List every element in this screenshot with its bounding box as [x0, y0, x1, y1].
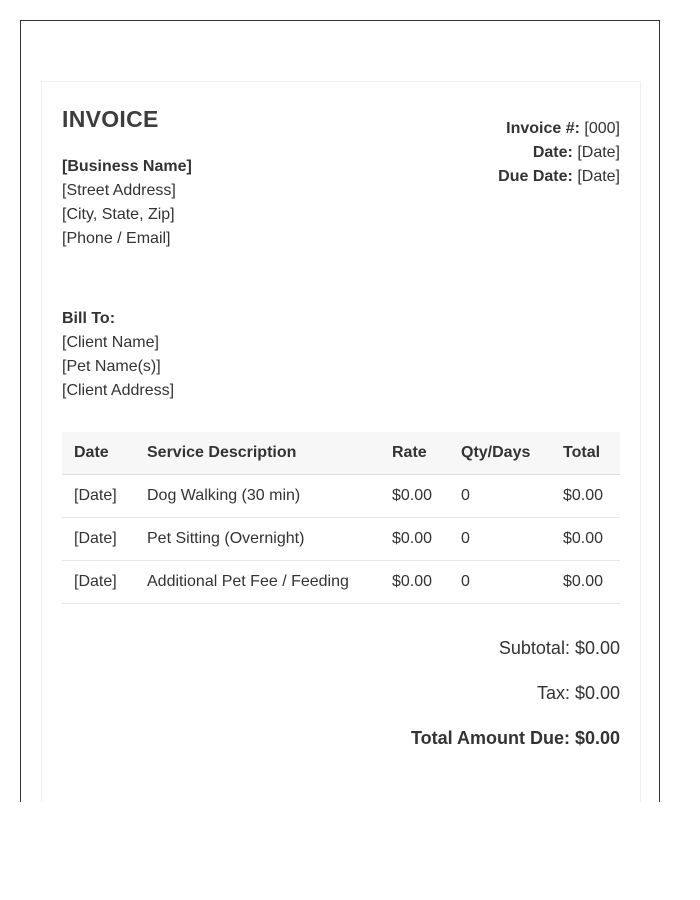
tax: Tax: $0.00: [536, 683, 620, 703]
cell-description: Dog Walking (30 min): [135, 474, 380, 518]
header-qty: Qty/Days: [449, 432, 551, 475]
due-date-row: Due Date: [Date]: [498, 165, 620, 189]
cell-qty: 0: [449, 474, 551, 518]
due-date-label: Due Date:: [498, 168, 573, 185]
cell-rate: $0.00: [380, 517, 449, 561]
client-address: [Client Address]: [62, 382, 175, 399]
cell-date: [Date]: [62, 560, 135, 604]
cell-total: $0.00: [551, 517, 620, 561]
cell-total: $0.00: [551, 560, 620, 604]
client-name: [Client Name]: [62, 334, 159, 351]
business-street: [Street Address]: [62, 182, 176, 199]
invoice-meta: Invoice #: [000] Date: [Date] Due Date: …: [498, 117, 620, 189]
cell-description: Additional Pet Fee / Feeding: [135, 560, 380, 604]
services-table: Date Service Description Rate Qty/Days T…: [62, 432, 620, 604]
invoice-number-label: Invoice #:: [506, 120, 580, 137]
business-contact: [Phone / Email]: [62, 230, 171, 247]
invoice-date-row: Date: [Date]: [498, 141, 620, 165]
table-row: [Date] Additional Pet Fee / Feeding $0.0…: [62, 560, 620, 604]
cell-rate: $0.00: [380, 474, 449, 518]
invoice-number-row: Invoice #: [000]: [498, 117, 620, 141]
cell-date: [Date]: [62, 517, 135, 561]
header-rate: Rate: [380, 432, 449, 475]
table-row: [Date] Pet Sitting (Overnight) $0.00 0 $…: [62, 517, 620, 561]
cell-date: [Date]: [62, 474, 135, 518]
cell-qty: 0: [449, 517, 551, 561]
totals-section: Subtotal: $0.00 Tax: $0.00 Total Amount …: [411, 634, 620, 769]
subtotal: Subtotal: $0.00: [498, 638, 620, 658]
header-date: Date: [62, 432, 135, 475]
pet-names: [Pet Name(s)]: [62, 358, 161, 375]
cell-rate: $0.00: [380, 560, 449, 604]
table-header-row: Date Service Description Rate Qty/Days T…: [62, 432, 620, 475]
business-name: [Business Name]: [62, 158, 192, 175]
table-row: [Date] Dog Walking (30 min) $0.00 0 $0.0…: [62, 474, 620, 518]
invoice-date-label: Date:: [532, 144, 573, 161]
bill-to-label: Bill To:: [62, 310, 116, 327]
bill-to-section: Bill To: [Client Name] [Pet Name(s)] [Cl…: [62, 307, 174, 403]
header-description: Service Description: [135, 432, 380, 475]
business-info: [Business Name] [Street Address] [City, …: [62, 155, 192, 251]
invoice-number-value: [000]: [584, 120, 620, 137]
due-date-value: [Date]: [577, 168, 620, 185]
business-city: [City, State, Zip]: [62, 206, 175, 223]
cell-description: Pet Sitting (Overnight): [135, 517, 380, 561]
cell-total: $0.00: [551, 474, 620, 518]
total-amount-due: Total Amount Due: $0.00: [410, 728, 620, 748]
invoice-date-value: [Date]: [577, 144, 620, 161]
cell-qty: 0: [449, 560, 551, 604]
invoice-title: INVOICE: [62, 106, 159, 132]
header-total: Total: [551, 432, 620, 475]
